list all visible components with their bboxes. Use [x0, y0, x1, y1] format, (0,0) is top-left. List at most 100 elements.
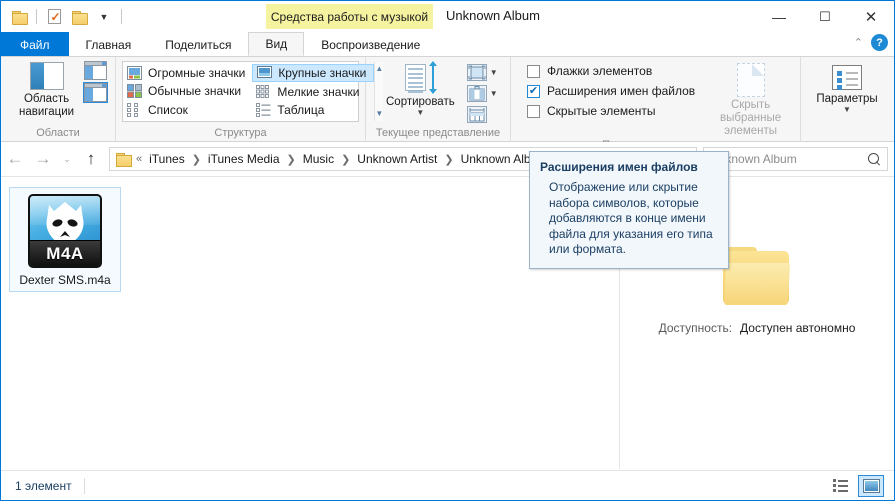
breadcrumb-overflow[interactable]: «	[134, 153, 144, 165]
search-box[interactable]: Unknown Album	[703, 147, 888, 171]
ribbon-group-panes-label: Области	[36, 127, 80, 139]
file-name-extensions-option[interactable]: Расширения имен файлов	[527, 81, 695, 101]
ribbon: Область навигации Области Огромные значк…	[1, 56, 894, 151]
choose-columns-button[interactable]: ▼	[465, 83, 500, 103]
options-button[interactable]: Параметры ▼	[810, 63, 883, 115]
extra-large-icons-icon	[127, 66, 143, 81]
chevron-right-icon[interactable]: ❯	[442, 153, 455, 166]
chevron-down-icon: ▼	[489, 88, 498, 98]
checkbox[interactable]	[527, 104, 540, 118]
tab-home[interactable]: Главная	[69, 32, 149, 56]
medium-icons-icon	[127, 84, 143, 99]
quick-access-folder-icon[interactable]	[9, 7, 29, 27]
details-pane-toggle[interactable]	[83, 82, 109, 103]
sort-by-button[interactable]: Сортировать ▼	[380, 61, 461, 118]
availability-label: Доступность:	[658, 321, 733, 335]
breadcrumb-item-itunes[interactable]: iTunes	[144, 152, 190, 166]
window-title: Unknown Album	[446, 8, 540, 23]
item-checkboxes-option[interactable]: Флажки элементов	[527, 61, 695, 81]
navigation-pane-label-1: Область	[23, 93, 70, 105]
item-count-label: 1 элемент	[15, 478, 72, 493]
tab-file[interactable]: Файл	[1, 32, 69, 56]
add-columns-button[interactable]: ▼	[465, 62, 500, 82]
new-folder-icon[interactable]	[69, 7, 89, 27]
chevron-right-icon[interactable]: ❯	[285, 153, 298, 166]
search-icon[interactable]	[868, 152, 881, 166]
checkbox[interactable]	[527, 64, 540, 78]
recent-locations-button[interactable]: ⌄	[57, 146, 77, 172]
file-type-badge: M4A	[30, 240, 100, 266]
breadcrumb-folder-icon	[116, 153, 132, 167]
up-button[interactable]: ↑	[77, 146, 105, 172]
title-bar: ✓ ▼ Средства работы с музыкой Unknown Al…	[1, 1, 894, 32]
breadcrumb-item-itunes-media[interactable]: iTunes Media	[203, 152, 285, 166]
details-view-icon	[832, 479, 850, 492]
layout-small-icons-label: Мелкие значки	[277, 84, 360, 99]
help-icon[interactable]: ?	[871, 34, 888, 51]
layout-medium-icons[interactable]: Обычные значки	[123, 82, 252, 100]
tab-share[interactable]: Поделиться	[148, 32, 248, 56]
hide-items-icon	[736, 63, 765, 97]
chevron-down-icon: ▼	[843, 105, 851, 114]
divider	[121, 9, 122, 24]
hide-selected-items-button[interactable]: Скрыть выбранные элементы	[707, 61, 794, 138]
list-item[interactable]: M4A Dexter SMS.m4a	[9, 187, 121, 292]
size-all-columns-button[interactable]	[465, 104, 500, 124]
file-list[interactable]: M4A Dexter SMS.m4a	[1, 177, 619, 469]
chevron-right-icon[interactable]: ❯	[190, 153, 203, 166]
chevron-right-icon[interactable]: ❯	[339, 153, 352, 166]
search-input[interactable]: Unknown Album	[710, 152, 868, 166]
details-view-button[interactable]	[828, 475, 854, 497]
tab-playback[interactable]: Воспроизведение	[304, 32, 437, 56]
availability-value: Доступен автономно	[740, 321, 856, 335]
breadcrumb-item-music[interactable]: Music	[298, 152, 339, 166]
layout-extra-large-icons[interactable]: Огромные значки	[123, 64, 252, 82]
ribbon-group-current-view: Сортировать ▼ ▼ ▼ Текущее представление	[366, 57, 511, 142]
layout-details[interactable]: Таблица	[252, 101, 374, 119]
layout-small-icons[interactable]: Мелкие значки	[252, 82, 374, 100]
properties-icon[interactable]: ✓	[44, 7, 64, 27]
list-icon	[127, 102, 143, 117]
large-icons-icon	[257, 66, 273, 80]
item-checkboxes-label: Флажки элементов	[547, 64, 653, 78]
layout-view-list: Огромные значки Обычные значки Список Кр…	[122, 61, 384, 122]
tab-view[interactable]: Вид	[248, 32, 305, 56]
layout-list-label: Список	[148, 102, 188, 117]
back-button[interactable]: ←	[1, 146, 29, 172]
forward-button[interactable]: →	[29, 146, 57, 172]
collapse-ribbon-icon[interactable]: ⌃	[854, 36, 863, 49]
large-icons-view-icon	[862, 478, 880, 493]
ribbon-group-layout-label: Структура	[214, 127, 267, 139]
chevron-down-icon: ▼	[489, 67, 498, 77]
hidden-items-option[interactable]: Скрытые элементы	[527, 101, 695, 121]
m4a-file-icon: M4A	[28, 194, 102, 268]
details-icon	[256, 102, 272, 117]
layout-list[interactable]: Список	[123, 101, 252, 119]
tooltip: Расширения имен файлов Отображение или с…	[529, 151, 729, 269]
layout-large-icons[interactable]: Крупные значки	[252, 64, 375, 83]
close-button[interactable]: ✕	[848, 1, 894, 32]
chevron-down-icon[interactable]: ▼	[94, 7, 114, 27]
columns-icon	[466, 84, 487, 102]
tooltip-body: Отображение или скрытие набора символов,…	[549, 180, 713, 256]
options-icon	[832, 65, 862, 90]
preview-pane-toggle[interactable]	[84, 61, 108, 80]
maximize-button[interactable]: ☐	[802, 1, 848, 32]
navigation-pane-button[interactable]: Область навигации	[13, 60, 80, 121]
layout-details-label: Таблица	[277, 102, 325, 117]
hidden-items-label: Скрытые элементы	[547, 104, 656, 118]
checkbox[interactable]	[527, 84, 540, 98]
minimize-button[interactable]: —	[756, 1, 802, 32]
large-icons-view-button[interactable]	[858, 474, 884, 497]
ribbon-group-show-hide: Флажки элементов Расширения имен файлов …	[511, 57, 801, 151]
hide-selected-label-1: Скрыть выбранные	[720, 99, 782, 124]
ribbon-group-current-view-label: Текущее представление	[375, 127, 501, 139]
list-item-label: Dexter SMS.m4a	[19, 273, 111, 287]
chevron-down-icon: ▼	[416, 108, 425, 117]
layout-large-icons-label: Крупные значки	[278, 66, 367, 81]
layout-column-left: Огромные значки Обычные значки Список	[123, 62, 252, 121]
small-icons-icon	[256, 84, 272, 99]
ribbon-tabs: Файл Главная Поделиться Вид Воспроизведе…	[1, 32, 894, 56]
breadcrumb-item-unknown-artist[interactable]: Unknown Artist	[352, 152, 442, 166]
ribbon-controls: ⌃ ?	[854, 34, 888, 51]
